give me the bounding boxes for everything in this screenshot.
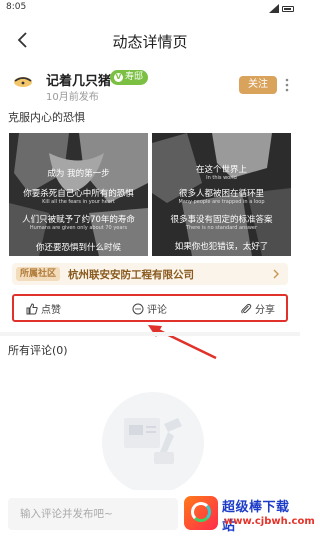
image-caption: 你要杀死自己心中所有的恐惧 xyxy=(23,189,134,199)
more-options-icon[interactable] xyxy=(283,77,291,93)
image-caption: 成为 我的第一步 xyxy=(47,169,110,179)
comments-header: 所有评论(0) xyxy=(8,344,68,357)
chevron-right-icon xyxy=(273,269,279,279)
post-image-2[interactable]: 在这个世界上 In this world 很多人都被困在循环里 Many peo… xyxy=(152,133,291,256)
image-caption: Kill all the fears in your heart xyxy=(42,199,115,205)
like-button[interactable]: 点赞 xyxy=(26,301,61,316)
status-bar: 8:05 xyxy=(0,0,300,18)
image-caption: 你还要恐惧到什么时候 xyxy=(35,243,121,253)
annotation-arrow xyxy=(148,325,217,360)
share-button[interactable]: 分享 xyxy=(240,301,275,316)
comment-icon xyxy=(132,303,144,314)
image-caption: 在这个世界上 xyxy=(195,165,247,175)
share-label: 分享 xyxy=(255,305,275,316)
comment-bar: 输入评论并发布吧~ 超级棒下载站 www.cjbwh.com xyxy=(0,490,315,540)
image-caption: There is no standard answer xyxy=(185,225,258,231)
post-text: 克服内心的恐惧 xyxy=(8,111,85,124)
badge-label: 寿邸 xyxy=(125,72,144,82)
user-badge: V 寿邸 xyxy=(110,70,149,85)
battery-icon xyxy=(282,5,294,12)
post-author: 记着几只猪 V 寿邸 10月前发布 关注 xyxy=(0,64,300,108)
avatar[interactable] xyxy=(12,73,34,89)
like-label: 点赞 xyxy=(41,305,61,316)
empty-state-icon xyxy=(124,418,182,464)
verified-icon: V xyxy=(114,73,123,82)
image-caption: 人们只被赋予了约70年的寿命 xyxy=(22,215,135,225)
image-caption: In this world xyxy=(206,175,237,181)
username[interactable]: 记着几只猪 xyxy=(46,70,111,89)
comment-button[interactable]: 评论 xyxy=(132,301,167,316)
comment-label: 评论 xyxy=(147,305,167,316)
status-icons xyxy=(269,4,294,13)
watermark-title: 超级棒下载站 xyxy=(222,500,290,534)
image-caption: 很多事没有固定的标准答案 xyxy=(170,215,273,225)
thumbs-up-icon xyxy=(26,302,38,314)
post-image-1[interactable]: 成为 我的第一步 你要杀死自己心中所有的恐惧 Kill all the fear… xyxy=(9,133,148,256)
image-caption: Many people are trapped in a loop xyxy=(178,199,265,205)
action-bar: 点赞 评论 分享 xyxy=(12,294,288,322)
community-name: 杭州联安安防工程有限公司 xyxy=(68,269,194,281)
paperclip-share-icon xyxy=(241,303,252,314)
signal-icon xyxy=(269,4,279,13)
title-bar: 动态详情页 xyxy=(0,22,300,60)
watermark-logo-icon xyxy=(184,496,218,530)
watermark: 超级棒下载站 www.cjbwh.com xyxy=(184,494,315,534)
comment-input[interactable]: 输入评论并发布吧~ xyxy=(8,498,178,530)
post-time: 10月前发布 xyxy=(46,92,99,103)
page-title: 动态详情页 xyxy=(112,33,188,51)
image-caption: 很多人都被困在循环里 xyxy=(178,189,264,199)
empty-comments-illustration xyxy=(102,392,204,494)
image-caption: 如果你也犯错误，太好了 xyxy=(174,242,269,252)
image-caption: Humans are given only about 70 years xyxy=(29,225,128,231)
community-link[interactable]: 所属社区 杭州联安安防工程有限公司 xyxy=(12,263,288,285)
status-time: 8:05 xyxy=(6,2,27,12)
watermark-url: www.cjbwh.com xyxy=(224,516,315,527)
community-tag: 所属社区 xyxy=(16,267,61,281)
section-divider xyxy=(0,332,300,336)
follow-button[interactable]: 关注 xyxy=(239,76,277,94)
